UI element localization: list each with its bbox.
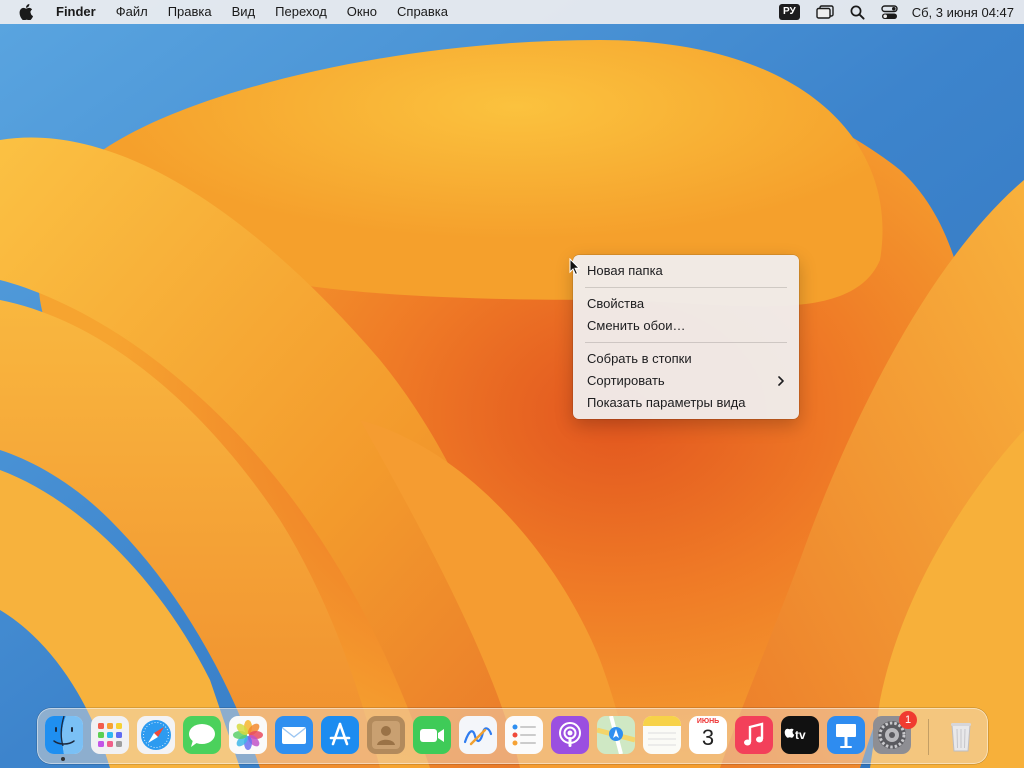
chevron-right-icon (778, 376, 784, 386)
menu-item-show-view-options[interactable]: Показать параметры вида (573, 392, 799, 414)
menu-separator (585, 342, 787, 343)
dock-podcasts-icon[interactable] (551, 716, 589, 754)
menu-item-get-info[interactable]: Свойства (573, 293, 799, 315)
desktop-context-menu: Новая папка Свойства Сменить обои… Собра… (573, 255, 799, 419)
menu-edit[interactable]: Правка (158, 0, 222, 24)
menu-item-sort-by-label: Сортировать (587, 373, 665, 388)
menu-window[interactable]: Окно (337, 0, 387, 24)
input-source-menu[interactable]: РУ (771, 0, 808, 24)
input-language-badge: РУ (778, 4, 800, 20)
dock-mail-icon[interactable] (275, 716, 313, 754)
svg-text:tv: tv (795, 728, 806, 742)
dock-launchpad-icon[interactable] (91, 716, 129, 754)
dock: ИЮНЬ 3 tv (37, 708, 988, 764)
menu-file[interactable]: Файл (106, 0, 158, 24)
dock-photos-icon[interactable] (229, 716, 267, 754)
menu-go[interactable]: Переход (265, 0, 337, 24)
dock-contacts-icon[interactable] (367, 716, 405, 754)
dock-keynote-icon[interactable] (827, 716, 865, 754)
menu-item-use-stacks[interactable]: Собрать в стопки (573, 348, 799, 370)
dock-calendar-icon[interactable]: ИЮНЬ 3 (689, 716, 727, 754)
dock-messages-icon[interactable] (183, 716, 221, 754)
dock-app-store-icon[interactable] (321, 716, 359, 754)
dock-divider (928, 719, 929, 755)
menu-item-new-folder[interactable]: Новая папка (573, 260, 799, 282)
menu-item-change-wallpaper[interactable]: Сменить обои… (573, 315, 799, 337)
menu-view[interactable]: Вид (222, 0, 266, 24)
dock-reminders-icon[interactable] (505, 716, 543, 754)
menubar-clock[interactable]: Сб, 3 июня 04:47 (906, 5, 1024, 20)
dock-freeform-icon[interactable] (459, 716, 497, 754)
dock-maps-icon[interactable] (597, 716, 635, 754)
system-settings-badge: 1 (899, 711, 917, 729)
menu-app-finder[interactable]: Finder (46, 0, 106, 24)
apple-menu-icon[interactable] (6, 0, 46, 24)
dock-safari-icon[interactable] (137, 716, 175, 754)
dock-finder-icon[interactable] (45, 716, 83, 754)
spotlight-search-icon[interactable] (842, 0, 873, 24)
finder-running-indicator (61, 757, 65, 761)
control-center-icon[interactable] (873, 0, 906, 24)
calendar-month: ИЮНЬ (696, 718, 720, 725)
menu-item-sort-by[interactable]: Сортировать (573, 370, 799, 392)
desktop-wallpaper[interactable] (0, 0, 1024, 768)
dock-facetime-icon[interactable] (413, 716, 451, 754)
calendar-day: 3 (701, 725, 715, 750)
dock-trash-icon[interactable] (942, 716, 980, 754)
menu-separator (585, 287, 787, 288)
stage-manager-icon[interactable] (808, 0, 842, 24)
dock-music-icon[interactable] (735, 716, 773, 754)
dock-notes-icon[interactable] (643, 716, 681, 754)
mouse-pointer-icon (569, 258, 581, 276)
menu-help[interactable]: Справка (387, 0, 458, 24)
dock-apple-tv-icon[interactable]: tv (781, 716, 819, 754)
menu-bar: Finder Файл Правка Вид Переход Окно Спра… (0, 0, 1024, 24)
